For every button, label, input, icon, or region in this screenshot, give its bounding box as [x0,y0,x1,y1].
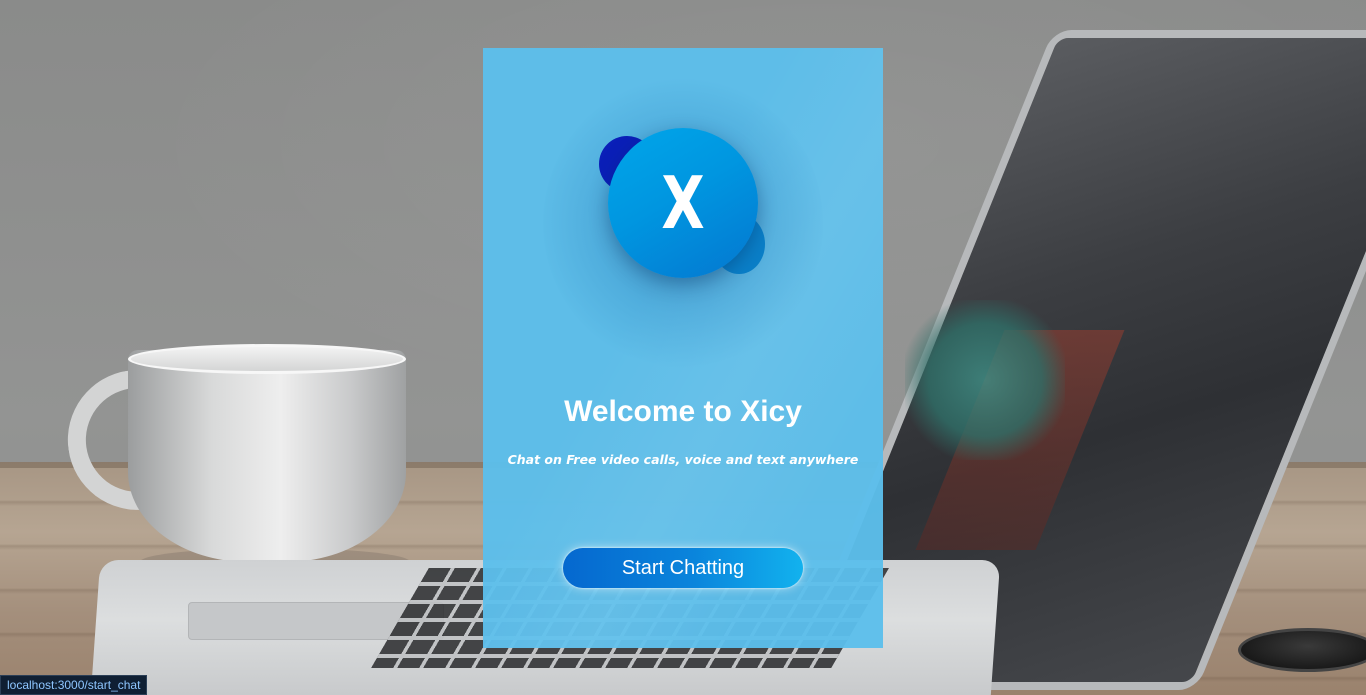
start-chatting-button[interactable]: Start Chatting [563,548,803,588]
coffee-cup [128,350,406,562]
welcome-subtitle: Chat on Free video calls, voice and text… [507,452,859,467]
plant-reflection [905,300,1065,460]
xicy-logo: X [593,126,773,286]
welcome-title: Welcome to Xicy [564,395,802,428]
logo-letter: X [661,161,705,245]
status-bar-url: localhost:3000/start_chat [0,675,148,695]
welcome-card: X Welcome to Xicy Chat on Free video cal… [483,48,883,648]
lens-cap [1238,628,1366,672]
cup-rim [128,344,406,374]
